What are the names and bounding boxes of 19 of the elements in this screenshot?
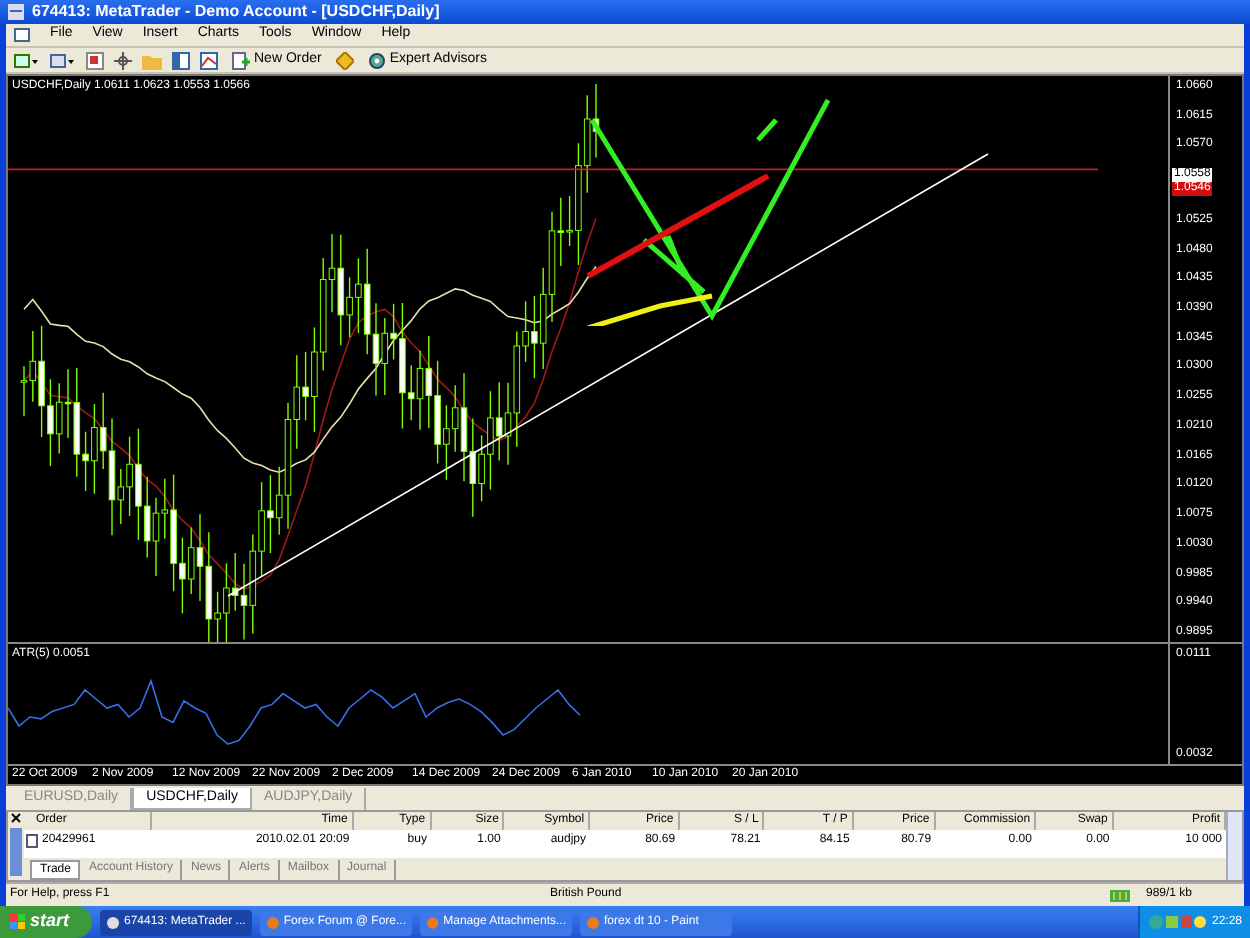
app-icon (8, 4, 24, 20)
windows-flag-icon (10, 914, 26, 930)
close-icon[interactable] (10, 812, 22, 824)
profiles-icon[interactable] (50, 51, 76, 69)
trend-line[interactable] (227, 153, 989, 597)
document-icon[interactable] (14, 28, 30, 42)
connection-icon (1110, 889, 1130, 901)
document-icon (26, 833, 38, 847)
start-button[interactable]: start (0, 906, 92, 938)
scroll-bar[interactable] (1226, 812, 1242, 880)
tray-icons-drawing (1147, 914, 1208, 930)
terminal-sidebar (10, 828, 22, 876)
window-title: 674413: MetaTrader - Demo Account - [USDCHF,Daily] (32, 0, 440, 24)
crosshair-icon[interactable] (114, 51, 132, 69)
navigator-icon[interactable] (172, 51, 190, 69)
new-chart-icon[interactable] (14, 51, 40, 69)
order-icon (232, 51, 250, 69)
chart-window-icon[interactable] (200, 51, 218, 69)
warning-icon[interactable] (335, 51, 354, 69)
